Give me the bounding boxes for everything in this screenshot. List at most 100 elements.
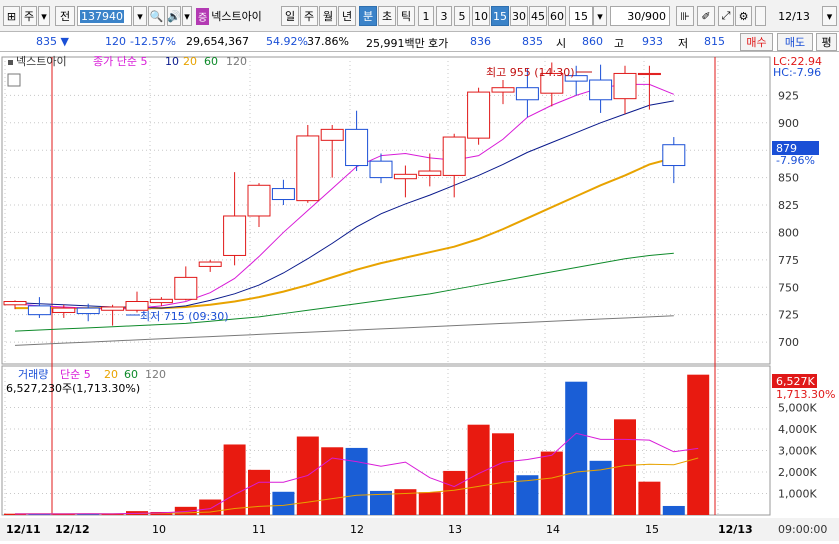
interval-30[interactable]: 30 (510, 6, 528, 26)
chart-area[interactable]: 7007257507758008258508759009251,000K2,00… (0, 52, 839, 541)
high-label: 고 (614, 37, 625, 50)
interval-1[interactable]: 1 (418, 6, 434, 26)
period-day[interactable]: 일 (281, 6, 299, 26)
stock-name-label: 넥스트아이 (211, 10, 262, 23)
volume-legend-ma: 60 (124, 368, 138, 381)
date-value[interactable]: 12/13 (768, 6, 820, 26)
count-input[interactable]: 30/900 (610, 6, 670, 26)
volume-legend-title: 거래량 (18, 368, 48, 381)
quote-bar: 835 ▼ 120 -12.57% 29,654,367 54.92% 37.8… (0, 32, 839, 52)
search-icon[interactable]: 🔍 (148, 6, 165, 26)
candle-body (27, 305, 51, 316)
last-volume-value: 6,527K (776, 375, 815, 388)
date-checkbox[interactable] (755, 6, 766, 26)
volume-bar (492, 433, 514, 515)
candle-type-icon[interactable]: ⊪ (676, 6, 694, 26)
candle-body (223, 215, 247, 256)
volume-bar (223, 444, 246, 515)
all-button[interactable]: 전 (55, 6, 75, 26)
candle-body (76, 307, 100, 315)
candle-body (613, 72, 637, 100)
price-tick-label: 700 (778, 336, 799, 349)
price-tick-label: 800 (778, 226, 799, 239)
price-tick-label: 725 (778, 309, 799, 322)
volume-bar (565, 381, 588, 515)
candle-body (637, 72, 661, 76)
interval-10[interactable]: 10 (472, 6, 490, 26)
candle-body (320, 128, 344, 141)
search-dropdown[interactable]: ▾ (133, 6, 147, 26)
x-axis-label: 14 (546, 523, 560, 536)
x-axis-label: 12/11 (6, 523, 41, 536)
volume-legend-ma: 20 (104, 368, 118, 381)
volume-bar (418, 492, 441, 515)
volume-bar (540, 451, 563, 515)
volume-summary: 6,527,230주(1,713.30%) (6, 382, 140, 395)
interval-custom-input[interactable]: 15 (569, 6, 593, 26)
period-minute[interactable]: 분 (359, 6, 377, 26)
draw-tool-icon[interactable]: ✐ (697, 6, 715, 26)
stock-code-input[interactable]: 137940 (77, 6, 132, 26)
volume-bar (248, 469, 270, 515)
sound-dropdown[interactable]: ▾ (182, 6, 192, 26)
interval-60[interactable]: 60 (548, 6, 566, 26)
price-panel[interactable] (1, 56, 771, 365)
x-axis-label: 11 (252, 523, 266, 536)
volume-bar (638, 481, 661, 515)
candle-body (247, 184, 271, 217)
high-price: 933 (642, 35, 663, 48)
candle-body (491, 87, 515, 93)
price-volume-chart[interactable]: 7007257507758008258508759009251,000K2,00… (0, 52, 839, 541)
toolbar: ⊞ 주 ▾ 전 ▾ 🔍 🔊 ▾ 일 주 월 년 분 초 틱 1 3 5 10 15 30 45 60 ▾ ⊪ ✐ ⤢ ⚙ ▾ 137940… (0, 0, 839, 32)
eval-button[interactable]: 평 (816, 33, 837, 51)
period-tick[interactable]: 틱 (397, 6, 415, 26)
calendar-dropdown[interactable]: ▾ (822, 6, 837, 26)
candle-body (418, 170, 442, 176)
turnover-value: 37.86% (307, 35, 349, 48)
x-axis-bar (0, 518, 839, 541)
settings-gear-icon[interactable]: ⚙ (735, 6, 752, 26)
market-dropdown[interactable]: ▾ (38, 6, 50, 26)
candle-body (467, 91, 491, 139)
low-price: 815 (704, 35, 725, 48)
price-change: 835 ▼ (36, 35, 69, 48)
period-second[interactable]: 초 (378, 6, 396, 26)
volume-tick-label: 5,000K (778, 402, 817, 415)
candle-body (442, 136, 466, 176)
sell-button[interactable]: 매도 (777, 33, 813, 51)
interval-3[interactable]: 3 (436, 6, 452, 26)
interval-45[interactable]: 45 (529, 6, 547, 26)
sound-icon[interactable]: 🔊 (167, 6, 181, 26)
buy-button[interactable]: 매수 (740, 33, 773, 51)
price-tick-label: 825 (778, 199, 799, 212)
price-legend-ma: 20 (183, 55, 197, 68)
price-tick-label: 925 (778, 89, 799, 102)
candle-body (52, 307, 76, 313)
stock-name: 증 넥스트아이 (196, 6, 278, 26)
interval-15[interactable]: 15 (491, 6, 509, 26)
max-price-label: 최고 955 (14:30) (486, 66, 575, 79)
interval-5[interactable]: 5 (454, 6, 470, 26)
trade-amount: 25,991백만 (366, 37, 425, 50)
price-tick-label: 900 (778, 117, 799, 130)
volume-value: 29,654,367 (186, 35, 249, 48)
period-week[interactable]: 주 (300, 6, 318, 26)
period-year[interactable]: 년 (338, 6, 356, 26)
period-month[interactable]: 월 (319, 6, 337, 26)
legend-marker (8, 60, 13, 65)
chart-icon[interactable]: ⊞ (3, 6, 20, 26)
volume-tick-label: 2,000K (778, 466, 817, 479)
price-tick-label: 775 (778, 254, 799, 267)
candle-body (369, 160, 393, 179)
zoom-icon[interactable]: ⤢ (718, 6, 734, 26)
candle-body (393, 173, 417, 180)
volume-bar (662, 505, 685, 515)
interval-custom-dropdown[interactable]: ▾ (593, 6, 607, 26)
market-select[interactable]: 주 (21, 6, 37, 26)
candle-body (662, 144, 686, 167)
price-legend-ma: 10 (165, 55, 179, 68)
volume-bar (345, 447, 368, 515)
price-legend-name: 넥스트아이 (16, 55, 67, 68)
volume-tick-label: 3,000K (778, 445, 817, 458)
candle-body (3, 301, 27, 306)
